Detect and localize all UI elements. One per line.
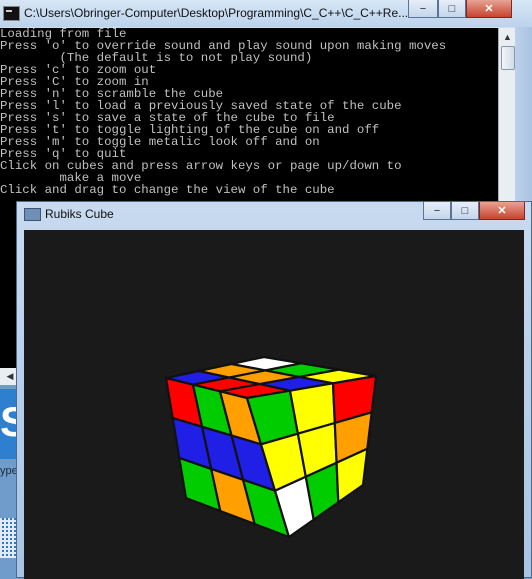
cube-viewport[interactable] xyxy=(24,230,524,579)
console-minimize-button[interactable]: − xyxy=(408,0,438,18)
console-titlebar[interactable]: C:\Users\Obringer-Computer\Desktop\Progr… xyxy=(0,0,532,27)
rubiks-maximize-button[interactable]: □ xyxy=(451,202,479,220)
console-title: C:\Users\Obringer-Computer\Desktop\Progr… xyxy=(24,6,409,20)
scroll-thumb[interactable] xyxy=(501,46,515,70)
console-line: Click and drag to change the view of the… xyxy=(0,183,335,197)
rubiks-cube[interactable] xyxy=(24,230,524,579)
console-app-icon xyxy=(3,6,20,21)
console-close-button[interactable]: ✕ xyxy=(466,0,512,18)
scroll-up-arrow-icon[interactable]: ▲ xyxy=(499,28,516,45)
console-maximize-button[interactable]: □ xyxy=(438,0,466,18)
desktop-grid-icon[interactable] xyxy=(0,518,16,558)
rubiks-close-button[interactable]: ✕ xyxy=(479,202,525,220)
rubiks-window: Rubiks Cube − □ ✕ xyxy=(16,201,532,579)
rubiks-title: Rubiks Cube xyxy=(45,207,114,221)
console-text: Loading from file Press 'o' to override … xyxy=(0,28,498,196)
rubiks-minimize-button[interactable]: − xyxy=(423,202,451,220)
rubiks-app-icon xyxy=(24,208,41,221)
